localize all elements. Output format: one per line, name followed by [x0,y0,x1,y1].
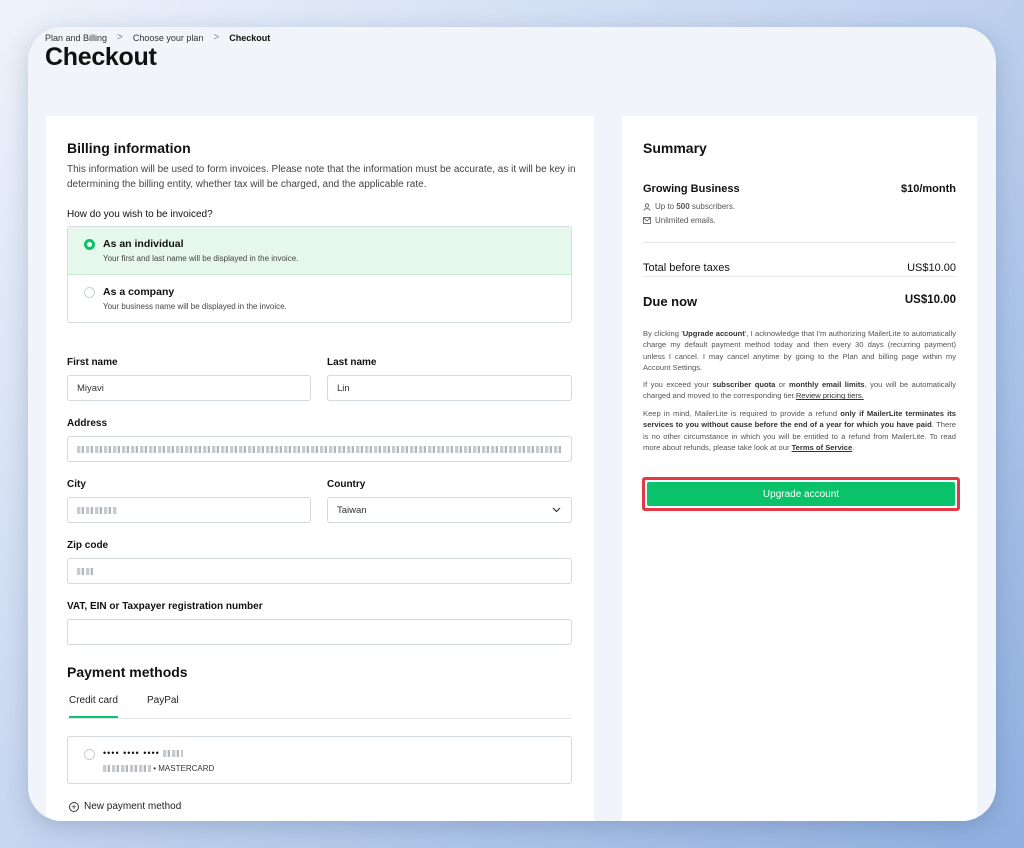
redacted-card-digits [163,750,184,758]
breadcrumb-plan-billing[interactable]: Plan and Billing [45,33,107,43]
country-label: Country [327,479,366,490]
breadcrumb-current: Checkout [229,32,271,43]
summary-title: Summary [643,140,707,156]
invoice-type-group: As an individual Your first and last nam… [67,226,572,323]
option-company-title: As a company [103,286,175,298]
legal2-b: subscriber quota [712,380,776,389]
legal2-d: monthly email limits [788,380,865,389]
card-brand: • MASTERCARD [103,764,214,773]
option-individual-desc: Your first and last name will be display… [103,254,299,263]
country-value: Taiwan [337,505,367,516]
country-select[interactable]: Taiwan [327,497,572,523]
breadcrumb-choose-plan[interactable]: Choose your plan [133,33,204,43]
radio-unchecked-icon[interactable] [84,287,95,298]
subscribers-count: 500 [676,202,690,211]
address-input[interactable] [67,436,572,462]
address-label: Address [67,418,108,429]
zip-input[interactable] [67,558,572,584]
city-input[interactable] [67,497,311,523]
option-company[interactable]: As a company Your business name will be … [68,275,571,322]
redacted-address [77,445,562,453]
mail-icon [643,217,651,224]
option-individual-title: As an individual [103,238,184,250]
tab-paypal[interactable]: PayPal [147,695,179,706]
tab-credit-card[interactable]: Credit card [69,695,118,718]
option-company-desc: Your business name will be displayed in … [103,302,287,311]
legal-refund: Keep in mind, MailerLite is required to … [643,408,956,454]
radio-unchecked-icon[interactable] [84,749,95,760]
legal-authorization: By clicking 'Upgrade account', I acknowl… [643,328,956,374]
review-pricing-link[interactable]: Review pricing tiers. [796,391,864,400]
plan-emails: Unlimited emails. [643,216,716,225]
billing-card: Billing information This information wil… [46,116,594,821]
legal2-c: or [775,380,789,389]
payment-methods-title: Payment methods [67,664,188,680]
billing-title: Billing information [67,140,191,156]
new-payment-method-link[interactable]: + New payment method [69,801,181,812]
zip-label: Zip code [67,540,109,551]
terms-of-service-link[interactable]: Terms of Service [792,443,853,452]
plan-price: $10/month [900,183,956,195]
subscribers-suffix: subscribers. [689,202,736,211]
redacted-card-holder [103,765,151,773]
user-icon [643,202,651,211]
legal1-a: By clicking ' [643,329,683,338]
billing-description: This information will be used to form in… [67,164,576,190]
due-now-value: US$10.00 [904,294,956,306]
legal3-a: Keep in mind, MailerLite is required to … [643,409,841,418]
new-payment-method-label: New payment method [84,801,182,812]
legal3-d: . [852,443,855,453]
summary-card: Summary Growing Business $10/month Up to… [622,116,977,821]
vat-label: VAT, EIN or Taxpayer registration number [67,601,263,612]
card-masked: •••• •••• •••• [103,748,160,758]
page-title: Checkout [45,43,157,71]
plan-subscribers: Up to 500 subscribers. [643,202,735,211]
plan-name: Growing Business [643,183,740,195]
due-now-label: Due now [643,294,698,309]
last-name-input[interactable]: Lin [327,375,572,401]
upgrade-highlight: Upgrade account [642,477,960,511]
tabs-divider [67,718,572,719]
total-label: Total before taxes [643,262,730,274]
summary-divider [643,276,956,277]
upgrade-account-button[interactable]: Upgrade account [647,482,955,506]
first-name-label: First name [67,357,118,368]
card-number: •••• •••• •••• [103,748,184,758]
city-label: City [67,479,86,490]
emails-text: Unlimited emails. [655,216,716,225]
card-brand-label: • MASTERCARD [153,764,215,773]
chevron-right-icon: > [117,32,123,43]
total-value: US$10.00 [907,262,956,274]
redacted-zip [77,567,95,575]
last-name-label: Last name [327,357,377,368]
breadcrumb: Plan and Billing > Choose your plan > Ch… [45,32,270,43]
option-individual[interactable]: As an individual Your first and last nam… [68,227,571,275]
chevron-down-icon [552,505,561,515]
summary-divider [643,242,956,243]
legal1-b: Upgrade account [682,329,745,338]
saved-card[interactable]: •••• •••• •••• • MASTERCARD [67,736,572,784]
first-name-input[interactable]: Miyavi [67,375,311,401]
legal2-a: If you exceed your [643,380,713,389]
vat-input[interactable] [67,619,572,645]
app-window: Plan and Billing > Choose your plan > Ch… [28,27,996,821]
invoice-question: How do you wish to be invoiced? [67,209,213,220]
radio-checked-icon[interactable] [84,239,95,250]
redacted-city [77,506,117,514]
plus-circle-icon: + [69,801,79,812]
subscribers-prefix: Up to [655,202,677,211]
chevron-right-icon: > [213,32,220,43]
legal-quota: If you exceed your subscriber quota or m… [643,379,956,402]
